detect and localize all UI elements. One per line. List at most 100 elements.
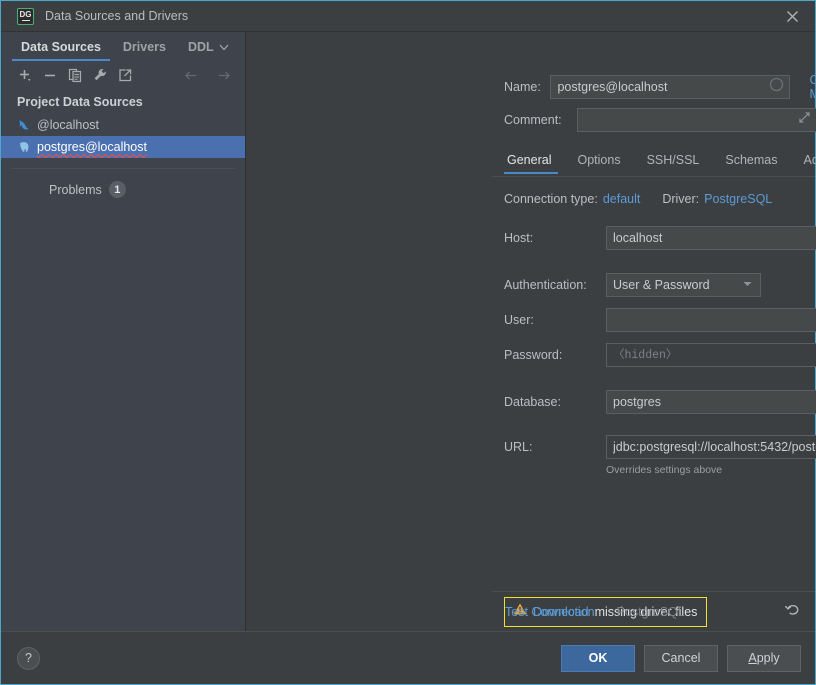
database-row: Database: postgres (504, 390, 816, 414)
password-label: Password: (504, 348, 563, 362)
name-input[interactable] (550, 75, 791, 99)
tab-options-label: Options (577, 153, 621, 167)
tab-schemas[interactable]: Schemas (712, 149, 790, 174)
list-item-postgres-localhost[interactable]: postgres@localhost (1, 136, 245, 158)
test-connection-link[interactable]: Test Connection (505, 605, 595, 619)
name-label: Name: (504, 80, 541, 94)
database-label: Database: (504, 395, 561, 409)
connection-type-value[interactable]: default (603, 192, 641, 206)
tab-schemas-label: Schemas (725, 153, 778, 167)
undo-glyph (784, 604, 799, 615)
close-glyph (786, 11, 798, 22)
help-button[interactable]: ? (17, 646, 40, 670)
name-field-wrap (550, 75, 791, 99)
url-hint: Overrides settings above (606, 464, 723, 476)
name-row: Name: Create DDL Mapping (504, 73, 816, 101)
plus-icon (19, 69, 30, 81)
chevron-down-glyph (219, 44, 229, 50)
arrow-right-icon (218, 71, 230, 79)
url-input[interactable] (606, 435, 816, 459)
list-item-label: postgres@localhost (37, 140, 147, 154)
close-icon[interactable] (769, 1, 815, 32)
database-value: postgres (613, 395, 661, 409)
driver-properties-button[interactable] (89, 64, 111, 86)
caret-down-glyph (743, 282, 752, 286)
tab-general-label: General (507, 153, 552, 167)
duplicate-data-source-button[interactable] (64, 64, 86, 86)
navigate-forward-button[interactable] (213, 64, 235, 86)
cancel-button[interactable]: Cancel (644, 644, 718, 672)
settings-tabs: General Options SSH/SSL Schemas Advanced (504, 149, 816, 174)
url-label: URL: (504, 440, 533, 454)
comment-label: Comment: (504, 113, 562, 127)
database-select[interactable]: postgres (606, 390, 816, 414)
authentication-select[interactable]: User & Password (606, 273, 761, 297)
problems-row[interactable]: Problems 1 (1, 169, 245, 198)
project-data-sources-title: Project Data Sources (17, 95, 143, 109)
tab-drivers-label: Drivers (122, 39, 166, 54)
comment-field-wrap (577, 108, 816, 132)
tab-ddl-label: DDL (188, 39, 214, 54)
navigate-back-button[interactable] (180, 64, 202, 86)
tab-advanced[interactable]: Advanced (791, 149, 816, 174)
tab-ddl[interactable]: DDL (177, 32, 214, 61)
driver-label: Driver: (662, 192, 700, 206)
tab-data-sources[interactable]: Data Sources (10, 32, 112, 61)
right-panel: Name: Create DDL Mapping Comment: (246, 32, 816, 631)
datagrip-logo-icon: DG (17, 7, 34, 25)
undo-icon[interactable] (784, 601, 801, 623)
authentication-value: User & Password (613, 278, 710, 292)
tab-options[interactable]: Options (564, 149, 633, 174)
tab-general[interactable]: General (504, 149, 564, 174)
list-item-localhost[interactable]: @localhost (1, 114, 245, 136)
apply-button[interactable]: Apply (727, 644, 801, 672)
remove-data-source-button[interactable] (39, 64, 61, 86)
url-field-wrap (606, 435, 816, 459)
tab-advanced-label: Advanced (803, 153, 816, 167)
data-sources-toolbar (1, 61, 245, 89)
driver-value[interactable]: PostgreSQL (704, 192, 772, 206)
password-row: Password: Save: Forever (504, 343, 816, 367)
logo-text: DG (19, 10, 32, 19)
caret-down-icon (742, 278, 753, 292)
settings-form: Name: Create DDL Mapping Comment: (246, 32, 816, 631)
tab-ssh-ssl[interactable]: SSH/SSL (634, 149, 713, 174)
host-label: Host: (504, 231, 534, 245)
comment-row: Comment: (504, 108, 816, 132)
mysql-dolphin-icon (17, 118, 37, 132)
chevron-down-icon[interactable] (214, 32, 238, 61)
password-input[interactable] (606, 343, 816, 367)
authentication-row: Authentication: User & Password (504, 273, 761, 297)
apply-mnemonic: A (748, 651, 757, 665)
wrench-icon (94, 68, 106, 80)
panel-tabs: Data Sources Drivers DDL (1, 32, 245, 61)
dolphin-glyph (19, 120, 29, 130)
connection-test-bar: Test Connection PostgreSQL (492, 591, 815, 631)
logo-underbar (21, 20, 30, 21)
problems-count-badge: 1 (108, 181, 126, 198)
dialog-footer: ? OK Cancel Apply (1, 631, 815, 684)
user-label: User: (504, 313, 534, 327)
user-input[interactable] (606, 308, 816, 332)
user-row: User: (504, 308, 816, 332)
add-data-source-button[interactable] (14, 64, 36, 86)
list-item-label: @localhost (37, 118, 100, 132)
tab-ssh-ssl-label: SSH/SSL (646, 153, 700, 167)
tabs-underline (492, 176, 815, 177)
data-sources-dialog: DG Data Sources and Drivers Data Sources… (0, 0, 816, 685)
create-ddl-mapping-link[interactable]: Create DDL Mapping (809, 73, 816, 101)
tab-drivers[interactable]: Drivers (112, 32, 177, 61)
ok-button[interactable]: OK (561, 644, 635, 672)
url-row: URL: (504, 435, 816, 459)
problems-label: Problems (49, 182, 102, 197)
left-panel: Data Sources Drivers DDL Project Data So… (1, 32, 246, 631)
left-panel-filler (1, 198, 245, 631)
host-input[interactable] (606, 226, 816, 250)
title-bar: DG Data Sources and Drivers (1, 1, 815, 32)
elephant-glyph (19, 141, 29, 152)
window-title: Data Sources and Drivers (45, 9, 189, 23)
minus-icon (44, 74, 55, 76)
comment-input[interactable] (577, 108, 816, 132)
export-button[interactable] (114, 64, 136, 86)
connection-type-row: Connection type: default Driver: Postgre… (504, 192, 816, 206)
